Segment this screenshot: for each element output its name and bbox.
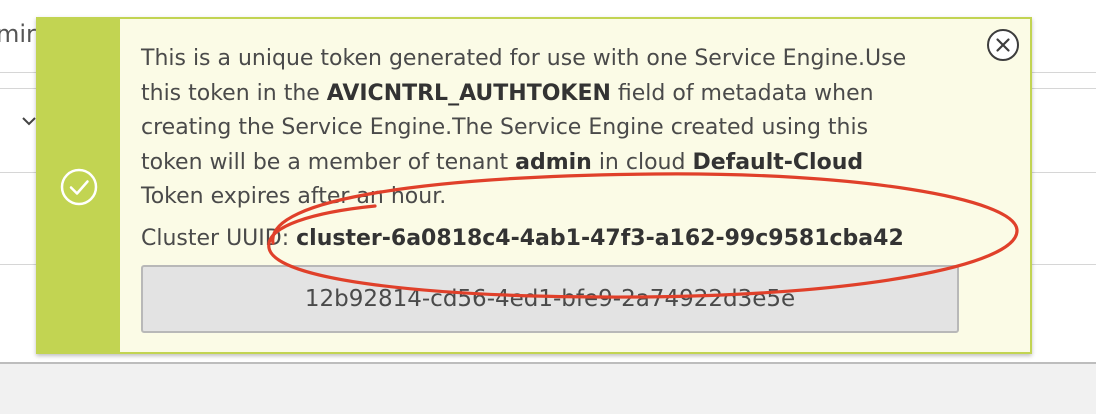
notification-content: This is a unique token generated for use…: [120, 19, 1030, 352]
message-text: Token expires after an hour.: [141, 184, 447, 209]
background-divider: [0, 172, 40, 173]
background-footer: [0, 362, 1096, 414]
tenant-name: admin: [515, 149, 592, 175]
background-divider: [1032, 88, 1096, 89]
page: mir This is a unique token generated for…: [0, 0, 1096, 414]
close-icon[interactable]: [986, 28, 1020, 62]
cluster-uuid-label: Cluster UUID:: [141, 225, 297, 251]
background-divider: [0, 72, 40, 73]
cluster-uuid-value: cluster-6a0818c4-4ab1-47f3-a162-99c9581c…: [296, 225, 904, 251]
background-divider: [0, 88, 40, 89]
auth-token-field[interactable]: 12b92814-cd56-4ed1-bfe9-2a74922d3e5e: [141, 265, 959, 333]
success-notification: This is a unique token generated for use…: [36, 17, 1032, 354]
check-circle-icon: [60, 168, 98, 206]
background-divider: [0, 264, 40, 265]
notification-message: This is a unique token generated for use…: [141, 42, 931, 215]
background-divider: [1032, 72, 1096, 73]
background-partial-text: mir: [0, 20, 36, 48]
background-divider: [1032, 172, 1096, 173]
notification-status-strip: [38, 19, 120, 352]
cluster-uuid-line: Cluster UUID: cluster-6a0818c4-4ab1-47f3…: [141, 226, 1030, 251]
background-divider: [1032, 264, 1096, 265]
cloud-name: Default-Cloud: [692, 149, 864, 175]
chevron-down-icon[interactable]: [22, 114, 36, 128]
message-text: in cloud: [591, 149, 693, 175]
auth-token-field-name: AVICNTRL_AUTHTOKEN: [326, 80, 611, 106]
